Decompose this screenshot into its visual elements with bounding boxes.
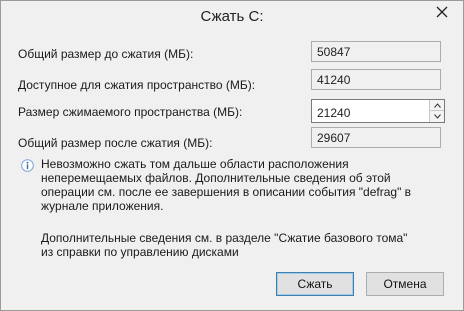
cancel-button[interactable]: Отмена [366, 272, 444, 296]
close-icon [436, 6, 448, 18]
spin-down-button[interactable] [429, 111, 444, 122]
shrink-amount-input[interactable] [312, 100, 428, 122]
title-bar[interactable]: Сжать C: [1, 1, 463, 31]
dialog-title: Сжать C: [200, 8, 264, 25]
close-button[interactable] [425, 1, 459, 23]
total-size-before-label: Общий размер до сжатия (МБ): [18, 47, 194, 61]
total-size-after-value: 29607 [311, 127, 441, 148]
chevron-down-icon [433, 114, 441, 119]
available-space-label: Доступное для сжатия пространство (МБ): [18, 78, 256, 92]
info-icon [21, 159, 34, 172]
shrink-amount-stepper[interactable] [311, 99, 445, 123]
shrink-amount-label: Размер сжимаемого пространства (МБ): [18, 105, 243, 119]
chevron-up-icon [433, 102, 441, 108]
total-size-after-label: Общий размер после сжатия (МБ): [18, 136, 213, 150]
shrink-button[interactable]: Сжать [276, 272, 354, 296]
spin-up-button[interactable] [429, 100, 444, 111]
total-size-before-value: 50847 [311, 41, 441, 62]
available-space-value: 41240 [311, 69, 441, 90]
limitation-note: Невозможно сжать том дальше области расп… [41, 157, 412, 213]
help-reference-text: Дополнительные сведения см. в разделе "С… [41, 231, 408, 259]
shrink-dialog: Сжать C: Общий размер до сжатия (МБ): 50… [0, 0, 464, 311]
